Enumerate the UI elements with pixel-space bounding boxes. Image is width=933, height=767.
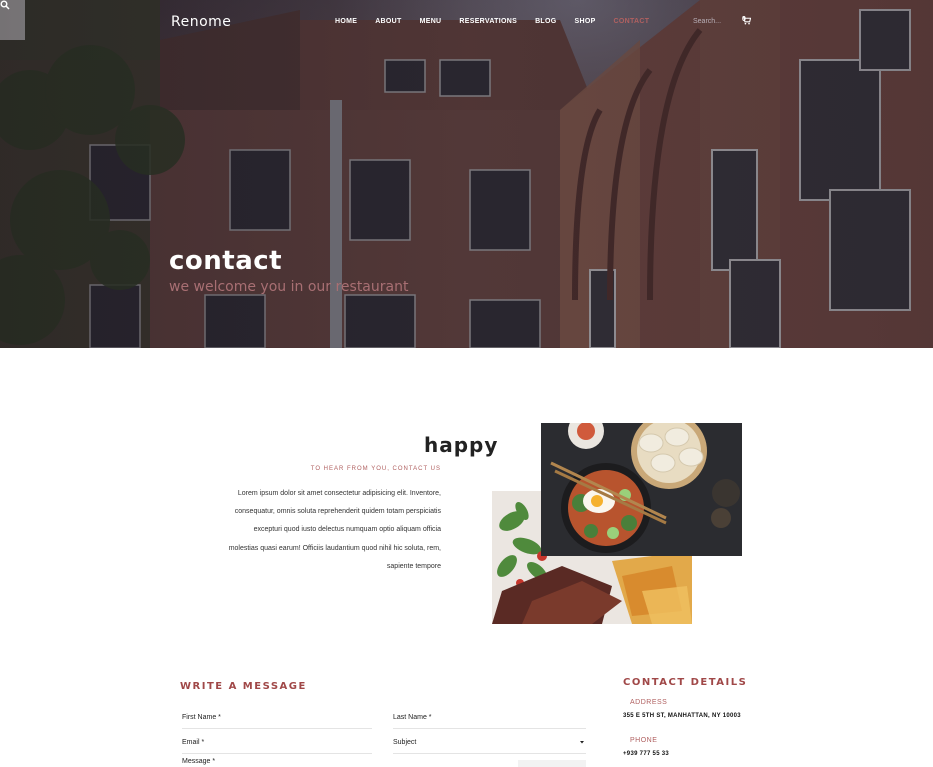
search-input[interactable]: Search...	[693, 18, 721, 25]
email-field[interactable]: Email *	[182, 739, 204, 746]
intro-paragraph: Lorem ipsum dolor sit amet consectetur a…	[190, 485, 441, 576]
cart-button[interactable]: 0	[742, 16, 751, 25]
form-title: WRITE A MESSAGE	[180, 681, 307, 692]
nav-item-reservations[interactable]: RESERVATIONS	[459, 18, 517, 25]
intro-line: consequatur, omnis soluta reprehenderit …	[234, 508, 441, 516]
address-label: ADDRESS	[630, 699, 668, 706]
subject-underline	[393, 753, 586, 754]
intro-kicker: TO HEAR FROM YOU, CONTACT US	[310, 466, 441, 472]
main-nav: HOME ABOUT MENU RESERVATIONS BLOG SHOP C…	[335, 18, 667, 25]
search-icon[interactable]	[0, 0, 10, 10]
intro-line: excepturi quod iusto delectus numquam op…	[253, 526, 441, 534]
page-subtitle: we welcome you in our restaurant	[169, 279, 409, 295]
first-name-field[interactable]: First Name *	[182, 714, 221, 721]
last-name-field[interactable]: Last Name *	[393, 714, 432, 721]
cart-icon	[742, 16, 751, 25]
message-field[interactable]: Message *	[182, 758, 215, 765]
nav-item-shop[interactable]: SHOP	[575, 18, 596, 25]
intro-heading: happy	[424, 433, 499, 457]
hero-overlay	[0, 0, 933, 348]
first-name-underline	[182, 728, 372, 729]
nav-item-home[interactable]: HOME	[335, 18, 357, 25]
subject-select[interactable]: Subject	[393, 739, 416, 746]
intro-line: Lorem ipsum dolor sit amet consectetur a…	[237, 490, 441, 497]
chevron-down-icon[interactable]	[579, 739, 585, 745]
brand-logo[interactable]: Renome	[171, 14, 231, 30]
intro-line: sapiente tempore	[386, 562, 441, 570]
page-title: contact	[169, 246, 283, 276]
phone-label: PHONE	[630, 737, 658, 744]
nav-item-contact[interactable]: CONTACT	[614, 18, 650, 25]
email-underline	[182, 753, 372, 754]
address-value: 355 E 5TH ST, MANHATTAN, NY 10003	[623, 713, 741, 719]
nav-item-about[interactable]: ABOUT	[375, 18, 401, 25]
contact-details-title: CONTACT DETAILS	[623, 677, 748, 688]
nav-item-menu[interactable]: MENU	[420, 18, 442, 25]
phone-value[interactable]: +939 777 55 33	[623, 751, 669, 757]
food-photo-bowl	[541, 423, 742, 556]
last-name-underline	[393, 728, 586, 729]
nav-item-blog[interactable]: BLOG	[535, 18, 556, 25]
intro-line: molestias quasi earum! Officiis laudanti…	[228, 544, 441, 552]
message-textarea[interactable]	[518, 760, 586, 767]
hero-banner: Renome HOME ABOUT MENU RESERVATIONS BLOG…	[0, 0, 933, 348]
